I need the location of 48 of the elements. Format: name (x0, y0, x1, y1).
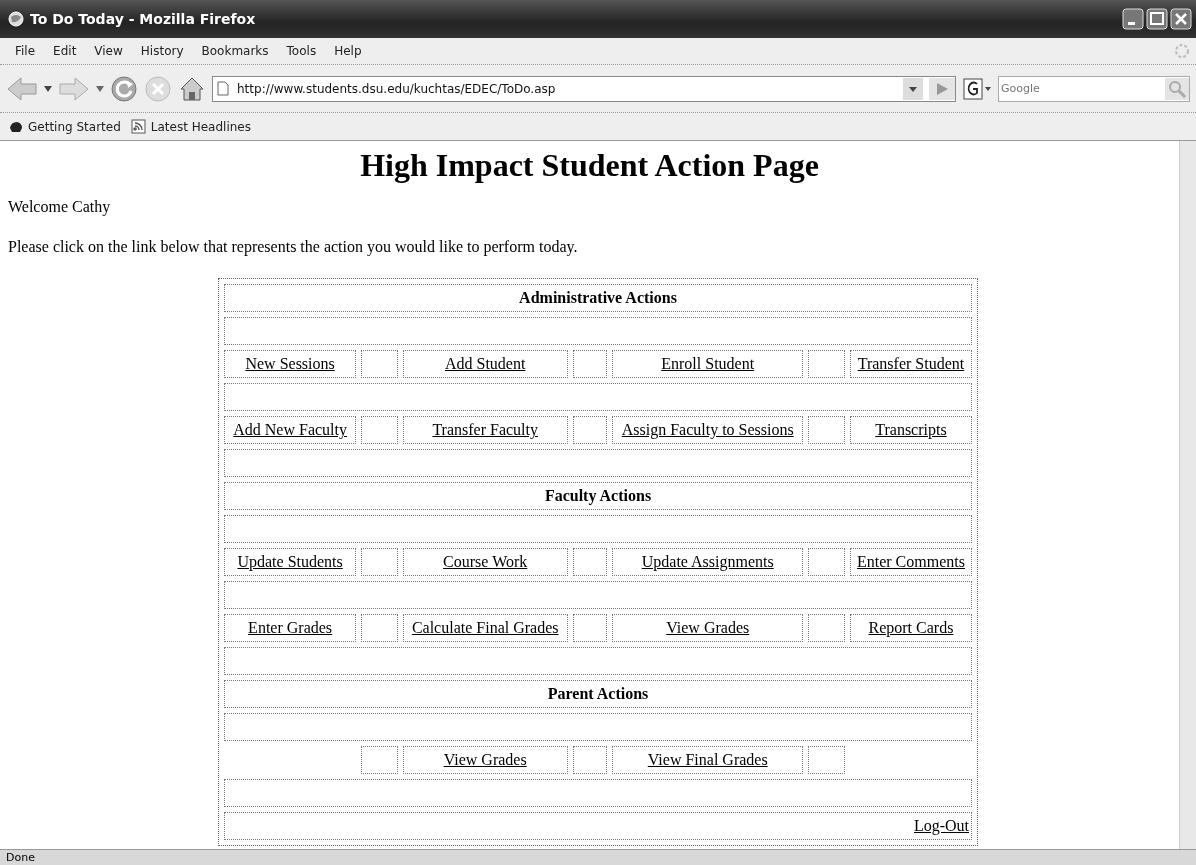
close-icon[interactable] (1170, 8, 1192, 30)
scrollbar[interactable] (1179, 141, 1196, 849)
menu-item[interactable]: File (6, 42, 45, 60)
throbber-icon (1174, 43, 1190, 59)
instruction-text: Please click on the link below that represents the action you would like to perform today. (8, 238, 579, 256)
empty-cell (572, 350, 608, 378)
search-engine-icon[interactable] (962, 76, 992, 101)
empty-cell (808, 746, 845, 774)
empty-cell (361, 350, 398, 378)
section-heading: Faculty Actions (224, 482, 972, 510)
bookmark-link[interactable]: Latest Headlines (130, 118, 251, 135)
dropdown-caret-icon[interactable] (44, 85, 52, 92)
menu-item[interactable]: View (85, 42, 132, 60)
reload-icon[interactable] (110, 74, 138, 103)
empty-cell (808, 614, 845, 642)
address-field[interactable]: http://www.students.dsu.edu/kuchtas/EDEC/ToDo.asp (235, 80, 897, 97)
empty-cell (572, 416, 608, 444)
empty-cell (808, 350, 845, 378)
feed-icon (130, 118, 147, 135)
empty-cell (808, 416, 845, 444)
menu-item[interactable]: History (131, 42, 193, 60)
empty-cell (361, 416, 398, 444)
action-link[interactable]: Log-Out (913, 817, 969, 834)
dropdown-caret-icon[interactable] (903, 77, 923, 100)
empty-cell (808, 548, 845, 576)
menu-item[interactable]: Bookmarks (192, 42, 278, 60)
empty-cell (572, 614, 608, 642)
dropdown-caret-icon[interactable] (96, 85, 104, 92)
minimize-icon[interactable] (1122, 8, 1144, 30)
page-heading: High Impact Student Action Page (359, 147, 820, 184)
empty-cell (572, 746, 608, 774)
page-icon (217, 81, 229, 96)
bookmark-link[interactable]: Getting Started (8, 118, 121, 135)
section-heading: Parent Actions (224, 680, 972, 708)
window-title: To Do Today - Mozilla Firefox (30, 11, 257, 27)
menu-item[interactable]: Help (325, 42, 371, 60)
section-heading: Administrative Actions (224, 284, 972, 312)
maximize-icon[interactable] (1146, 8, 1168, 30)
empty-cell (361, 548, 398, 576)
menu-item[interactable]: Edit (44, 42, 86, 60)
welcome-text: Welcome Cathy (8, 198, 112, 216)
empty-cell (361, 746, 398, 774)
status-text: Done (5, 851, 35, 864)
empty-cell (572, 548, 608, 576)
search-box[interactable]: Google (998, 75, 1190, 102)
menu-item[interactable]: Tools (277, 42, 326, 60)
address-bar[interactable]: http://www.students.dsu.edu/kuchtas/EDEC/ToDo.asp (212, 75, 956, 102)
empty-cell (361, 614, 398, 642)
